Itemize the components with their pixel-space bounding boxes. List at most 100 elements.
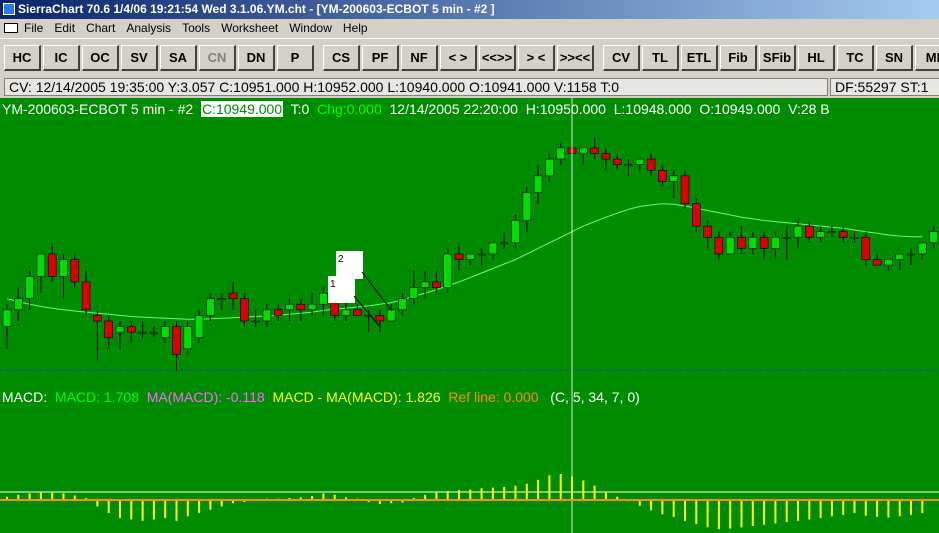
volume-value: V:28 B bbox=[788, 101, 830, 117]
candle-body bbox=[782, 236, 792, 239]
candle-body bbox=[183, 326, 193, 350]
tl-button[interactable]: TL bbox=[642, 45, 679, 71]
annotation-label-1: 1 bbox=[330, 279, 336, 290]
fib-button[interactable]: Fib bbox=[720, 45, 757, 71]
candle-body bbox=[861, 236, 871, 260]
cv-button[interactable]: CV bbox=[603, 45, 640, 71]
candle-body bbox=[545, 158, 554, 177]
menu-bar: File Edit Chart Analysis Tools Worksheet Windo… bbox=[0, 19, 939, 38]
candle-body bbox=[240, 298, 249, 322]
tc-button[interactable]: TC bbox=[837, 45, 874, 71]
candle-body bbox=[601, 153, 611, 160]
mdi-system-menu-icon[interactable] bbox=[4, 23, 18, 33]
menu-chart[interactable]: Chart bbox=[86, 19, 115, 38]
candle-body bbox=[556, 147, 566, 160]
menu-help[interactable]: Help bbox=[343, 19, 368, 38]
cs-button[interactable]: CS bbox=[323, 45, 360, 71]
nf-button[interactable]: NF bbox=[401, 45, 438, 71]
candle-body bbox=[217, 298, 226, 300]
scroll-extremes-button[interactable]: <<>> bbox=[479, 45, 516, 71]
pf-button[interactable]: PF bbox=[362, 45, 399, 71]
macd-label: MACD: bbox=[2, 389, 48, 405]
oc-button[interactable]: OC bbox=[82, 45, 119, 71]
hc-button[interactable]: HC bbox=[4, 45, 41, 71]
ticks-value: T:0 bbox=[290, 101, 310, 117]
chart-area[interactable]: 21 YM-200603-ECBOT 5 min - #2 C:10949.00… bbox=[0, 98, 939, 533]
candle-body bbox=[172, 326, 181, 355]
candle-body bbox=[251, 320, 260, 323]
candle-body bbox=[578, 147, 588, 154]
menu-file[interactable]: File bbox=[24, 19, 43, 38]
window-title: SierraChart 70.6 1/4/06 19:21:54 Wed 3.1… bbox=[18, 2, 495, 16]
candle-body bbox=[93, 315, 102, 322]
sv-button[interactable]: SV bbox=[121, 45, 158, 71]
candle-body bbox=[36, 253, 46, 277]
candle-body bbox=[432, 281, 441, 288]
candle-body bbox=[906, 253, 916, 256]
p-button[interactable]: P bbox=[277, 45, 314, 71]
menu-analysis[interactable]: Analysis bbox=[126, 19, 171, 38]
candle-body bbox=[624, 164, 633, 166]
candle-body bbox=[646, 158, 656, 171]
annotation-label-2: 2 bbox=[338, 254, 344, 265]
candle-body bbox=[194, 315, 204, 339]
mi-button[interactable]: MI bbox=[915, 45, 939, 71]
sn-button[interactable]: SN bbox=[876, 45, 913, 71]
ref-line-value: Ref line: 0.000 bbox=[448, 389, 539, 405]
chart-info-line: YM-200603-ECBOT 5 min - #2 C:10949.000 T… bbox=[2, 100, 830, 118]
menu-tools[interactable]: Tools bbox=[182, 19, 210, 38]
open-value: O:10949.000 bbox=[699, 101, 781, 117]
ic-button[interactable]: IC bbox=[43, 45, 80, 71]
candle-body bbox=[81, 281, 91, 311]
candle-body bbox=[14, 298, 23, 311]
moving-average-line bbox=[6, 203, 923, 320]
candle-body bbox=[319, 292, 328, 305]
candle-body bbox=[47, 253, 57, 277]
candle-body bbox=[872, 259, 882, 266]
dn-button[interactable]: DN bbox=[238, 45, 275, 71]
zoom-in-button[interactable]: > < bbox=[518, 45, 555, 71]
candle-body bbox=[737, 236, 746, 249]
menu-edit[interactable]: Edit bbox=[54, 19, 75, 38]
candle-body bbox=[917, 242, 927, 255]
candle-body bbox=[59, 259, 68, 277]
high-value: H:10950.000 bbox=[525, 101, 606, 117]
price-chart[interactable]: 21 bbox=[0, 98, 939, 533]
toolbar: HC IC OC SV SA CN DN P CS PF NF < > <<>>… bbox=[0, 38, 939, 76]
candle-body bbox=[850, 236, 859, 239]
sa-button[interactable]: SA bbox=[160, 45, 197, 71]
candle-body bbox=[398, 298, 407, 311]
sfib-button[interactable]: SFib bbox=[759, 45, 796, 71]
macd-info-line: MACD: MACD: 1.708 MA(MACD): -0.118 MACD … bbox=[2, 388, 640, 406]
candle-body bbox=[725, 236, 735, 255]
candle-body bbox=[228, 292, 238, 299]
candle-body bbox=[793, 225, 803, 238]
cursor-values: CV: 12/14/2005 19:35:00 Y:3.057 C:10951.… bbox=[4, 78, 828, 96]
hl-button[interactable]: HL bbox=[798, 45, 835, 71]
candle-body bbox=[307, 303, 317, 311]
menu-window[interactable]: Window bbox=[289, 19, 332, 38]
candle-body bbox=[273, 309, 283, 316]
candle-body bbox=[714, 236, 724, 255]
candle-body bbox=[522, 192, 532, 221]
menu-worksheet[interactable]: Worksheet bbox=[221, 19, 278, 38]
candle-body bbox=[488, 242, 498, 255]
zoom-out-button[interactable]: >><< bbox=[557, 45, 594, 71]
etl-button[interactable]: ETL bbox=[681, 45, 718, 71]
candle-body bbox=[499, 242, 509, 245]
candle-body bbox=[635, 158, 645, 165]
candle-body bbox=[443, 253, 453, 288]
candle-body bbox=[658, 169, 667, 182]
scroll-left-right-button[interactable]: < > bbox=[440, 45, 477, 71]
candle-body bbox=[341, 309, 351, 316]
candle-body bbox=[771, 236, 780, 249]
candle-body bbox=[70, 259, 80, 283]
candle-body bbox=[420, 281, 430, 288]
candle-body bbox=[884, 259, 893, 266]
candle-body bbox=[748, 236, 758, 249]
bar-datetime: 12/14/2005 22:20:00 bbox=[389, 101, 518, 117]
title-bar: SierraChart 70.6 1/4/06 19:21:54 Wed 3.1… bbox=[0, 0, 939, 19]
candle-body bbox=[511, 220, 520, 244]
candle-body bbox=[680, 175, 690, 205]
cn-button[interactable]: CN bbox=[199, 45, 236, 71]
